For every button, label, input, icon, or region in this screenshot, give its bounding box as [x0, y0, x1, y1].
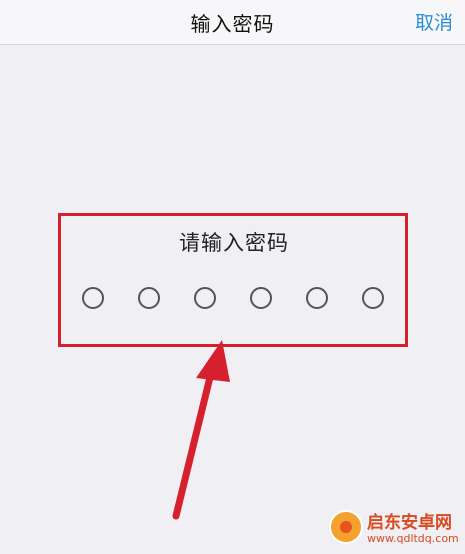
- passcode-dot-5: [306, 287, 328, 309]
- passcode-prompt: 请输入密码: [179, 231, 289, 255]
- passcode-dot-2: [138, 287, 160, 309]
- site-watermark: 启东安卓网 www.qdltdq.com: [329, 506, 461, 550]
- page-title: 输入密码: [190, 12, 275, 36]
- passcode-dot-6: [362, 287, 384, 309]
- passcode-screen: 输入密码 取消 请输入密码 启东安卓网 www.qdltdq.com: [0, 0, 465, 554]
- passcode-dot-4: [250, 287, 272, 309]
- arrow-shaft: [172, 361, 217, 520]
- passcode-dot-1: [82, 287, 104, 309]
- navigation-bar: 输入密码 取消: [0, 0, 465, 45]
- passcode-dot-3: [194, 287, 216, 309]
- passcode-dots[interactable]: [60, 287, 408, 315]
- watermark-url: www.qdltdq.com: [367, 532, 459, 545]
- cancel-button[interactable]: 取消: [415, 8, 453, 35]
- passcode-entry: 请输入密码: [60, 215, 408, 348]
- watermark-name: 启东安卓网: [367, 513, 452, 533]
- watermark-logo-icon: [329, 510, 363, 544]
